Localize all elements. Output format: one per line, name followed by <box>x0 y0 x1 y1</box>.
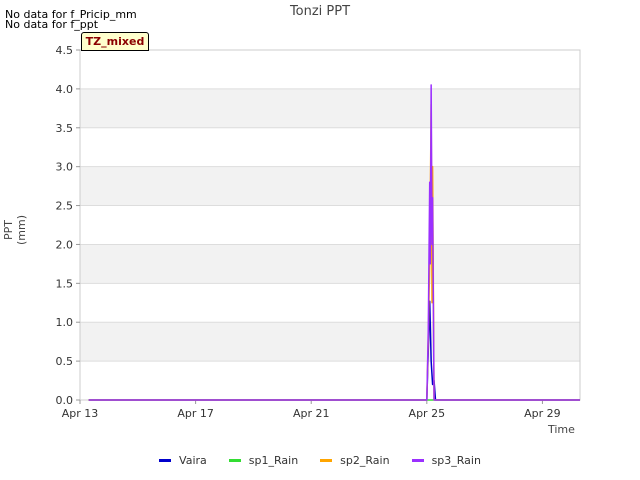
legend-swatch <box>320 459 333 462</box>
chart-canvas: 0.0 0.5 1.0 1.5 2.0 2.5 3.0 3.5 4.0 4.5 Apr 13 Apr … <box>56 44 581 420</box>
plot-band <box>80 283 580 323</box>
legend-item-sp2-rain[interactable]: sp2_Rain <box>320 454 390 467</box>
plot-band <box>80 205 580 245</box>
y-tick-label: 1.0 <box>56 316 74 329</box>
site-badge[interactable]: TZ_mixed <box>81 32 149 51</box>
y-tick-label: 0.5 <box>56 355 74 368</box>
plot-band <box>80 361 580 400</box>
legend-item-vaira[interactable]: Vaira <box>159 454 207 467</box>
y-tick-label: 0.0 <box>56 394 74 407</box>
x-tick-label: Apr 13 <box>62 407 99 420</box>
y-tick-label: 3.0 <box>56 161 74 174</box>
y-tick-label: 4.0 <box>56 83 74 96</box>
y-tick-label: 2.0 <box>56 238 74 251</box>
x-tick-label: Apr 21 <box>293 407 330 420</box>
y-tick-label: 1.5 <box>56 277 74 290</box>
legend-swatch <box>411 459 424 462</box>
y-tick-label: 4.5 <box>56 44 74 57</box>
legend-label: sp1_Rain <box>248 454 299 467</box>
legend-swatch <box>228 459 241 462</box>
plot-band <box>80 88 580 128</box>
x-tick-label: Apr 29 <box>524 407 561 420</box>
x-tick-label: Apr 25 <box>409 407 446 420</box>
legend-item-sp1-rain[interactable]: sp1_Rain <box>228 454 299 467</box>
legend-label: sp2_Rain <box>340 454 390 467</box>
x-tick-label: Apr 17 <box>177 407 214 420</box>
y-tick-label: 3.5 <box>56 122 74 135</box>
y-tick-label: 2.5 <box>56 200 74 213</box>
legend-swatch <box>159 459 172 462</box>
plot-band <box>80 127 580 167</box>
legend: Vaira sp1_Rain sp2_Rain sp3_Rain <box>0 454 640 467</box>
legend-item-sp3-rain[interactable]: sp3_Rain <box>411 454 481 467</box>
legend-label: sp3_Rain <box>431 454 481 467</box>
legend-label: Vaira <box>179 454 207 467</box>
plot-band <box>80 322 580 362</box>
plot-band <box>80 50 580 89</box>
plot-band <box>80 244 580 284</box>
plot-band <box>80 166 580 206</box>
